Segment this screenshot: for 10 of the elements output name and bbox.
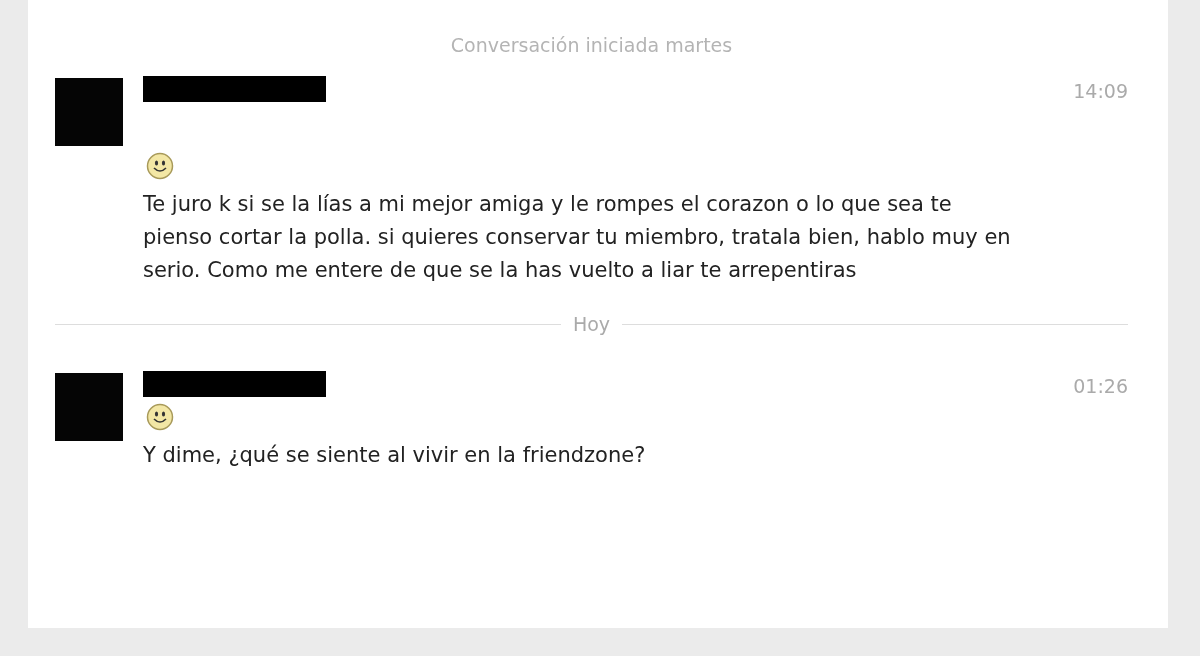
date-divider-label: Hoy bbox=[572, 313, 611, 335]
avatar bbox=[55, 78, 123, 146]
smiley-icon bbox=[146, 152, 174, 180]
smiley-icon bbox=[146, 403, 174, 431]
conversation-header: Conversación iniciada martes bbox=[449, 34, 734, 56]
message-time: 14:09 bbox=[1073, 80, 1128, 102]
message-text: Y dime, ¿qué se siente al vivir en la friendzone? bbox=[143, 442, 647, 469]
message-text: Te juro k si se la lías a mi mejor amiga y le rompes el corazon o lo que sea te pienso cortar la polla. si quieres conservar tu miembro, tratala bien, hablo muy en serio. Como me entere de que se la has vuelto a liar te arrepentiras bbox=[143, 191, 1012, 284]
message-time: 01:26 bbox=[1073, 375, 1128, 397]
avatar bbox=[55, 373, 123, 441]
